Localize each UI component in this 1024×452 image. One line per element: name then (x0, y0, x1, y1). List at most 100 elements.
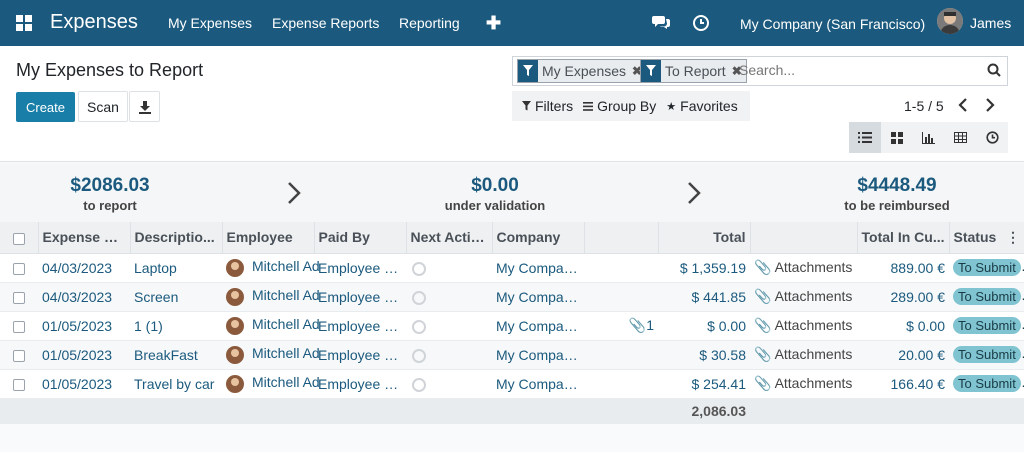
attachments-label: Attachments (774, 346, 853, 362)
activity-view-icon[interactable] (976, 122, 1008, 153)
cell-next-activity[interactable] (406, 311, 492, 341)
create-button[interactable]: Create (16, 92, 75, 122)
cell-next-activity[interactable] (406, 340, 492, 370)
activity-clock-icon[interactable] (412, 348, 426, 363)
column-next-activity[interactable]: Next Activ... (406, 222, 493, 254)
table-row[interactable]: 01/05/2023 1 (1) Mitchell Ad Employee (t… (0, 311, 1024, 341)
summary-amount: $0.00 (471, 175, 519, 196)
menu-expense-reports[interactable]: Expense Reports (272, 15, 379, 31)
column-expense-date[interactable]: Expense D... (38, 222, 131, 254)
cell-description: Laptop (130, 253, 222, 283)
cell-total-in-currency: 289.00 € (857, 282, 949, 312)
cell-total-in-currency: $ 0.00 (857, 311, 949, 341)
paperclip-icon: 📎 (754, 375, 772, 391)
activity-clock-icon[interactable] (412, 290, 426, 305)
column-company[interactable]: Company (492, 222, 585, 254)
view-switcher (849, 122, 1008, 153)
footer-cell (38, 398, 130, 424)
row-checkbox[interactable] (0, 340, 38, 370)
cell-attachments[interactable]: 📎 Attachments (750, 369, 857, 399)
cell-attachments[interactable]: 📎 Attachments (750, 253, 857, 283)
search-input[interactable] (739, 62, 979, 78)
apps-menu-icon[interactable] (16, 15, 32, 31)
kanban-view-icon[interactable] (881, 122, 913, 153)
cell-next-activity[interactable] (406, 253, 492, 283)
chevron-left-icon[interactable] (958, 98, 968, 115)
footer-cell (750, 398, 857, 424)
table-row[interactable]: 01/05/2023 BreakFast Mitchell Ad Employe… (0, 340, 1024, 370)
app-title[interactable]: Expenses (50, 11, 138, 34)
table-row[interactable]: 01/05/2023 Travel by car Mitchell Ad Emp… (0, 369, 1024, 399)
cell-attachment-count (584, 282, 658, 312)
paperclip-icon: 📎 (754, 259, 772, 275)
row-checkbox[interactable] (0, 311, 38, 341)
cell-total: $ 254.41 (658, 369, 750, 399)
cell-attachment-count (584, 253, 658, 283)
summary-to-be-reimbursed[interactable]: $4448.49 to be reimbursed (832, 175, 962, 213)
row-checkbox[interactable] (0, 282, 38, 312)
summary-under-validation[interactable]: $0.00 under validation (425, 175, 565, 213)
menu-reporting[interactable]: Reporting (399, 15, 460, 31)
user-name[interactable]: James (970, 15, 1011, 31)
cell-company: My Compan... (492, 311, 584, 341)
download-button[interactable] (129, 91, 160, 122)
cell-status: To Submit (949, 311, 1024, 341)
facet-label: To Report (665, 63, 726, 79)
cell-date: 01/05/2023 (38, 369, 130, 399)
row-checkbox[interactable] (0, 369, 38, 399)
column-total-in-currency[interactable]: Total In Cu... (857, 222, 950, 254)
company-switcher[interactable]: My Company (San Francisco) (740, 16, 925, 32)
column-paid-by[interactable]: Paid By (314, 222, 407, 254)
cell-next-activity[interactable] (406, 369, 492, 399)
attachments-label: Attachments (774, 317, 853, 333)
quick-create-plus-icon[interactable]: ✚ (486, 13, 501, 34)
filter-toolbar: Filters Group By ★ Favorites (512, 91, 750, 121)
favorites-dropdown[interactable]: ★ Favorites (666, 98, 737, 114)
activity-clock-icon[interactable] (412, 261, 426, 276)
paperclip-icon: 📎 (628, 317, 647, 333)
cell-next-activity[interactable] (406, 282, 492, 312)
filters-dropdown[interactable]: Filters (522, 98, 573, 114)
pager-value[interactable]: 1-5 / 5 (904, 98, 944, 114)
cell-date: 04/03/2023 (38, 282, 130, 312)
facet-my-expenses[interactable]: My Expenses ✖ (517, 59, 648, 83)
activity-clock-icon[interactable] (412, 319, 426, 334)
table-row[interactable]: 04/03/2023 Laptop Mitchell Ad Employee (… (0, 253, 1024, 283)
groupby-dropdown[interactable]: Group By (583, 98, 656, 114)
pivot-view-icon[interactable] (944, 122, 976, 153)
table-row[interactable]: 04/03/2023 Screen Mitchell Ad Employee (… (0, 282, 1024, 312)
search-icon[interactable] (987, 63, 1001, 80)
footer-cell (492, 398, 584, 424)
attachment-count: 1 (646, 317, 654, 333)
column-description[interactable]: Descriptio... (130, 222, 223, 254)
cell-attachments[interactable]: 📎 Attachments (750, 311, 857, 341)
activity-clock-icon[interactable] (412, 377, 426, 392)
user-avatar[interactable] (937, 8, 963, 34)
chat-icon[interactable] (652, 14, 670, 33)
control-panel: My Expenses to Report Create Scan My Exp… (0, 46, 1024, 162)
summary-to-report[interactable]: $2086.03 to report (60, 175, 160, 213)
status-header-label: Status (953, 228, 997, 245)
cell-company: My Compan... (492, 282, 584, 312)
facet-to-report[interactable]: To Report ✖ (640, 59, 747, 83)
cell-employee: Mitchell Ad (222, 282, 320, 312)
activity-clock-icon[interactable] (692, 14, 710, 35)
column-status[interactable]: Status ⋮ (949, 222, 1024, 254)
chevron-right-icon[interactable] (985, 98, 995, 115)
employee-name: Mitchell Ad (252, 374, 320, 391)
column-options-icon[interactable]: ⋮ (1006, 229, 1020, 246)
row-checkbox[interactable] (0, 253, 38, 283)
employee-avatar (226, 345, 244, 364)
cell-date: 01/05/2023 (38, 311, 130, 341)
scan-button[interactable]: Scan (78, 91, 128, 122)
select-all-checkbox[interactable] (0, 222, 39, 254)
menu-my-expenses[interactable]: My Expenses (168, 15, 252, 31)
cell-attachments[interactable]: 📎 Attachments (750, 282, 857, 312)
graph-view-icon[interactable] (913, 122, 945, 153)
column-employee[interactable]: Employee (222, 222, 315, 254)
list-view-icon[interactable] (849, 122, 881, 153)
column-total[interactable]: Total (658, 222, 751, 254)
table-footer-row: 2,086.03 (0, 398, 1024, 424)
cell-attachments[interactable]: 📎 Attachments (750, 340, 857, 370)
search-bar[interactable]: My Expenses ✖ To Report ✖ (512, 56, 1008, 86)
